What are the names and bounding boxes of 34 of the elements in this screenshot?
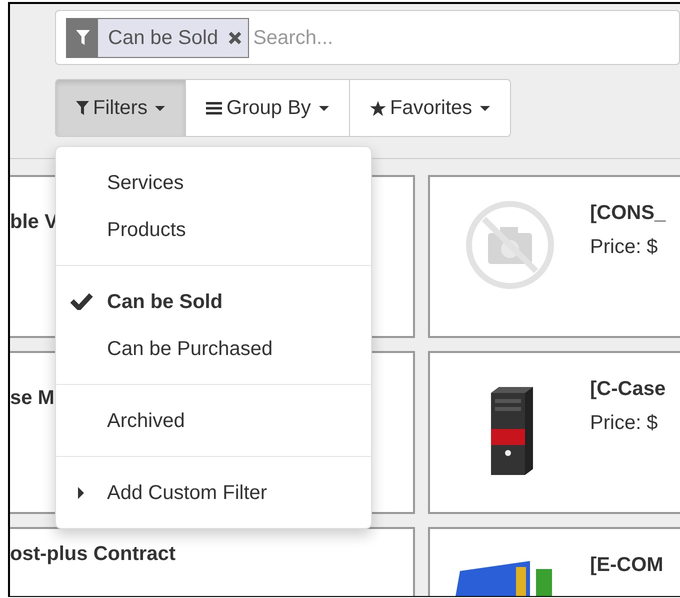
product-code: [C-Case: [590, 377, 666, 402]
product-price: Price: $: [590, 411, 659, 436]
product-price: Price: $: [590, 235, 659, 260]
product-card[interactable]: [C-Case Price: $: [428, 351, 680, 514]
product-name: se M: [10, 386, 54, 411]
product-card[interactable]: [E-COM: [428, 527, 680, 596]
product-card[interactable]: ost-plus Contract: [10, 527, 415, 596]
product-card[interactable]: [CONS_ Price: $: [428, 175, 680, 338]
filter-option[interactable]: Products: [56, 206, 371, 253]
product-name: ost-plus Contract: [10, 542, 176, 567]
facet-label: Can be Sold: [107, 26, 220, 50]
checkmark-icon: [70, 293, 93, 310]
filter-option[interactable]: Can be Purchased: [56, 325, 371, 372]
product-code: [CONS_: [590, 201, 666, 226]
filter-option[interactable]: Archived: [56, 397, 371, 444]
no-image-icon: [464, 199, 556, 291]
filter-option[interactable]: Services: [56, 159, 371, 206]
list-icon: [206, 102, 222, 114]
filter-facet[interactable]: Can be Sold: [66, 18, 250, 58]
filters-button[interactable]: Filters: [55, 79, 186, 137]
add-custom-filter[interactable]: Add Custom Filter: [56, 469, 371, 516]
star-icon: [370, 100, 386, 116]
favorites-button[interactable]: Favorites: [348, 79, 512, 137]
search-field[interactable]: Can be Sold Search...: [55, 10, 680, 65]
filter-icon: [76, 101, 89, 115]
filter-icon: [76, 30, 90, 45]
filter-option[interactable]: Can be Sold: [56, 278, 371, 325]
caret-icon: [155, 106, 166, 110]
caret-icon: [318, 106, 329, 110]
caret-right-icon: [78, 486, 84, 498]
caret-icon: [480, 106, 490, 110]
close-icon[interactable]: [228, 30, 242, 44]
group-by-button[interactable]: Group By: [185, 79, 350, 137]
product-code: [E-COM: [590, 553, 664, 578]
